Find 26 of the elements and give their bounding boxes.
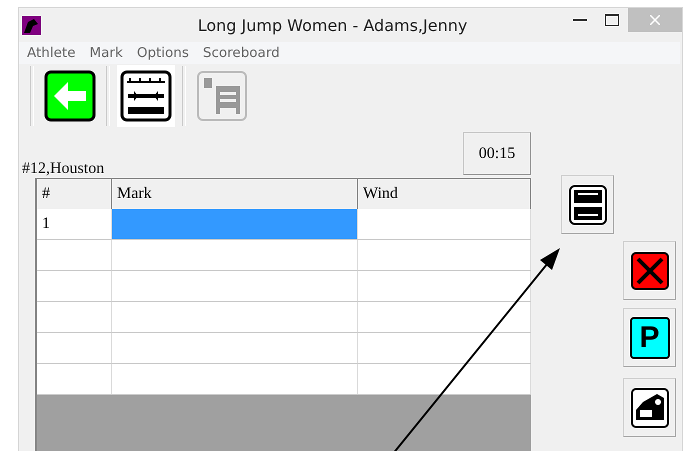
cross-icon <box>630 252 668 290</box>
menu-item[interactable]: Scoreboard <box>202 45 280 61</box>
maximize-icon <box>605 14 619 26</box>
athlete-label: #12,Houston <box>22 160 104 178</box>
print-button[interactable] <box>623 378 676 437</box>
close-icon <box>650 15 660 25</box>
foul-button[interactable] <box>623 241 676 300</box>
column-header[interactable]: Wind <box>358 178 531 210</box>
ruler-icon <box>120 70 172 122</box>
minimize-icon <box>573 19 587 21</box>
menu-item[interactable]: Options <box>136 45 189 61</box>
toolbar-button[interactable] <box>117 65 175 127</box>
shelf-icon <box>196 70 248 122</box>
tape-button[interactable] <box>561 175 614 234</box>
pass-button[interactable]: P <box>623 308 676 367</box>
column-header[interactable]: Mark <box>112 178 358 210</box>
app-icon <box>22 16 41 34</box>
printer-icon <box>630 388 668 428</box>
menu-item[interactable]: Mark <box>90 45 123 61</box>
tape-icon <box>568 184 606 224</box>
timer-button[interactable]: 00:15 <box>463 132 531 175</box>
menu-item[interactable]: Athlete <box>27 45 76 61</box>
window-title: Long Jump Women - Adams,Jenny <box>196 16 468 34</box>
table-cell[interactable] <box>112 209 358 239</box>
pass-label: P <box>630 316 670 358</box>
column-header[interactable]: # <box>37 178 112 210</box>
